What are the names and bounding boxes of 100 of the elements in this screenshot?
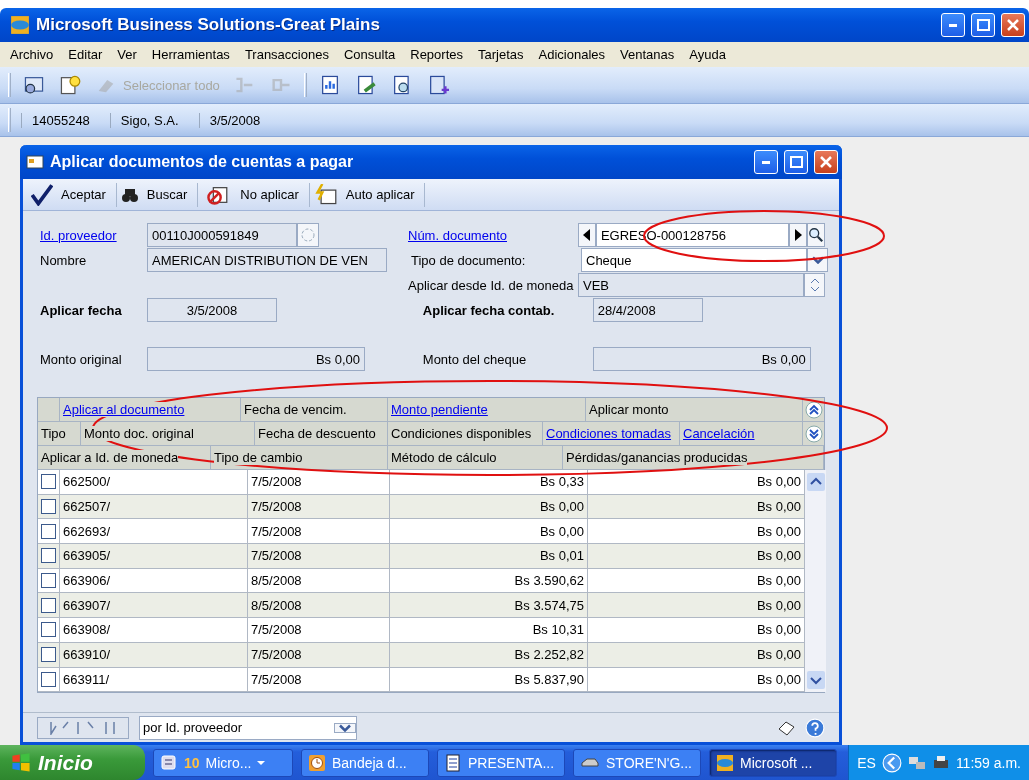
- window-title: Microsoft Business Solutions-Great Plains: [36, 15, 381, 35]
- form-field[interactable]: Bs 0,00: [147, 347, 365, 371]
- table-cell: 7/5/2008: [248, 519, 390, 544]
- row-checkbox[interactable]: [41, 523, 56, 539]
- scroll-down-icon: [806, 671, 825, 690]
- next-button[interactable]: [789, 223, 807, 247]
- toolbar-button[interactable]: Buscar: [116, 182, 199, 207]
- window-stack-icon: [160, 753, 178, 772]
- menu-item[interactable]: Ver: [117, 47, 137, 62]
- chevrons-up-icon: [804, 400, 823, 419]
- form-field[interactable]: Cheque: [581, 248, 808, 272]
- column-header[interactable]: Monto pendiente: [391, 402, 488, 417]
- scrollbar[interactable]: [805, 470, 826, 693]
- window-search-icon: [23, 74, 45, 96]
- table-cell: Bs 3.574,75: [390, 593, 588, 618]
- checkmark-icon: [31, 183, 53, 206]
- table-cell: 8/5/2008: [248, 593, 390, 618]
- toolbar-button[interactable]: Aceptar: [27, 182, 117, 207]
- field-label[interactable]: Id. proveedor: [37, 223, 147, 247]
- column-header[interactable]: Condiciones tomadas: [546, 426, 672, 441]
- taskbar-button[interactable]: PRESENTA...: [437, 748, 565, 777]
- field-label: Monto del cheque: [421, 350, 528, 369]
- maximize-icon: [976, 19, 990, 31]
- menu-item[interactable]: Consulta: [343, 47, 396, 62]
- dialog-title: Aplicar documentos de cuentas a pagar: [50, 153, 355, 171]
- column-header: Tipo: [41, 426, 66, 441]
- help-icon: [805, 717, 825, 738]
- row-checkbox[interactable]: [41, 647, 56, 663]
- table-cell: 663905/: [60, 544, 248, 568]
- field-label: Aplicar desde Id. de moneda: [407, 276, 575, 295]
- windows-flag-icon: [10, 751, 32, 774]
- note-bulb-icon: [59, 74, 81, 96]
- column-header[interactable]: Cancelación: [683, 426, 755, 441]
- table-cell: Bs 5.837,90: [390, 667, 588, 692]
- window-icon: [26, 153, 44, 171]
- field-label: Monto original: [39, 350, 123, 369]
- row-checkbox[interactable]: [41, 622, 56, 638]
- menu-item[interactable]: Reportes: [410, 47, 463, 62]
- lookup-circle-icon: [301, 228, 315, 242]
- form-field[interactable]: 00110J000591849: [147, 223, 297, 247]
- table-cell: 663906/: [60, 568, 248, 593]
- maximize-button[interactable]: [784, 150, 808, 174]
- column-header[interactable]: Aplicar al documento: [63, 402, 185, 417]
- minimize-button[interactable]: [941, 13, 965, 37]
- table-cell: 663908/: [60, 618, 248, 642]
- taskbar-button[interactable]: 10 Micro...: [153, 748, 293, 777]
- menu-item[interactable]: Adicionales: [538, 47, 606, 62]
- form-field[interactable]: 3/5/2008: [147, 298, 277, 322]
- menu-item[interactable]: Ventanas: [620, 47, 675, 62]
- table-cell: 8/5/2008: [248, 568, 390, 593]
- field-label[interactable]: Núm. documento: [405, 223, 578, 247]
- close-button[interactable]: [814, 150, 838, 174]
- menu-item[interactable]: Tarjetas: [478, 47, 524, 62]
- previous-button[interactable]: [578, 223, 596, 247]
- right-arrow-icon: [794, 229, 802, 241]
- table-cell: 7/5/2008: [248, 544, 390, 568]
- taskbar-button[interactable]: STORE'N'G...: [573, 748, 701, 777]
- left-arrow-icon: [583, 229, 591, 241]
- toolbar-button[interactable]: No aplicar: [198, 182, 310, 207]
- context-value: Sigo, S.A.: [109, 112, 189, 128]
- taskbar-button[interactable]: Microsoft ...: [709, 748, 837, 777]
- menu-item[interactable]: Herramientas: [151, 47, 230, 62]
- table-cell: Bs 2.252,82: [390, 642, 588, 667]
- field-label: Nombre: [39, 251, 88, 270]
- sort-dropdown[interactable]: por Id. proveedor: [139, 715, 357, 740]
- restore-button[interactable]: [971, 13, 995, 37]
- menu-item[interactable]: Ayuda: [689, 47, 726, 62]
- row-checkbox[interactable]: [41, 474, 56, 490]
- start-button[interactable]: Inicio: [0, 745, 145, 780]
- row-checkbox[interactable]: [41, 573, 56, 589]
- table-cell: Bs 10,31: [390, 618, 588, 642]
- form-field[interactable]: 28/4/2008: [592, 298, 703, 322]
- form-field[interactable]: AMERICAN DISTRIBUTION DE VEN: [147, 248, 387, 272]
- app-logo-icon: [10, 15, 30, 35]
- toolbar-button[interactable]: Auto aplicar: [309, 182, 426, 207]
- clock-icon: [308, 753, 326, 772]
- column-header: Aplicar monto: [589, 402, 669, 417]
- menu-item[interactable]: Editar: [68, 47, 103, 62]
- table-cell: Bs 0,33: [390, 470, 588, 494]
- collapse-button[interactable]: [803, 422, 824, 445]
- field-label: Aplicar fecha contab.: [421, 301, 556, 320]
- column-header: Monto doc. original: [84, 426, 194, 441]
- form-field[interactable]: Bs 0,00: [592, 347, 811, 371]
- menu-item[interactable]: Transacciones: [244, 47, 329, 62]
- caret-icon: [257, 760, 266, 765]
- row-checkbox[interactable]: [41, 499, 56, 515]
- row-checkbox[interactable]: [41, 671, 56, 687]
- row-checkbox[interactable]: [41, 548, 56, 564]
- minimize-button[interactable]: [754, 150, 778, 174]
- row-checkbox[interactable]: [41, 597, 56, 613]
- clock-time: 11:59 a.m.: [955, 754, 1021, 771]
- table-cell: Bs 0,01: [390, 544, 588, 568]
- form-field[interactable]: VEB: [578, 273, 805, 297]
- close-button[interactable]: [1001, 13, 1025, 37]
- maximize-icon: [789, 156, 803, 168]
- table-cell: 662507/: [60, 494, 248, 519]
- scroll-up-icon: [806, 473, 825, 491]
- menu-item[interactable]: Archivo: [10, 47, 54, 62]
- taskbar-button[interactable]: Bandeja d...: [301, 748, 429, 777]
- table-cell: 7/5/2008: [248, 494, 390, 519]
